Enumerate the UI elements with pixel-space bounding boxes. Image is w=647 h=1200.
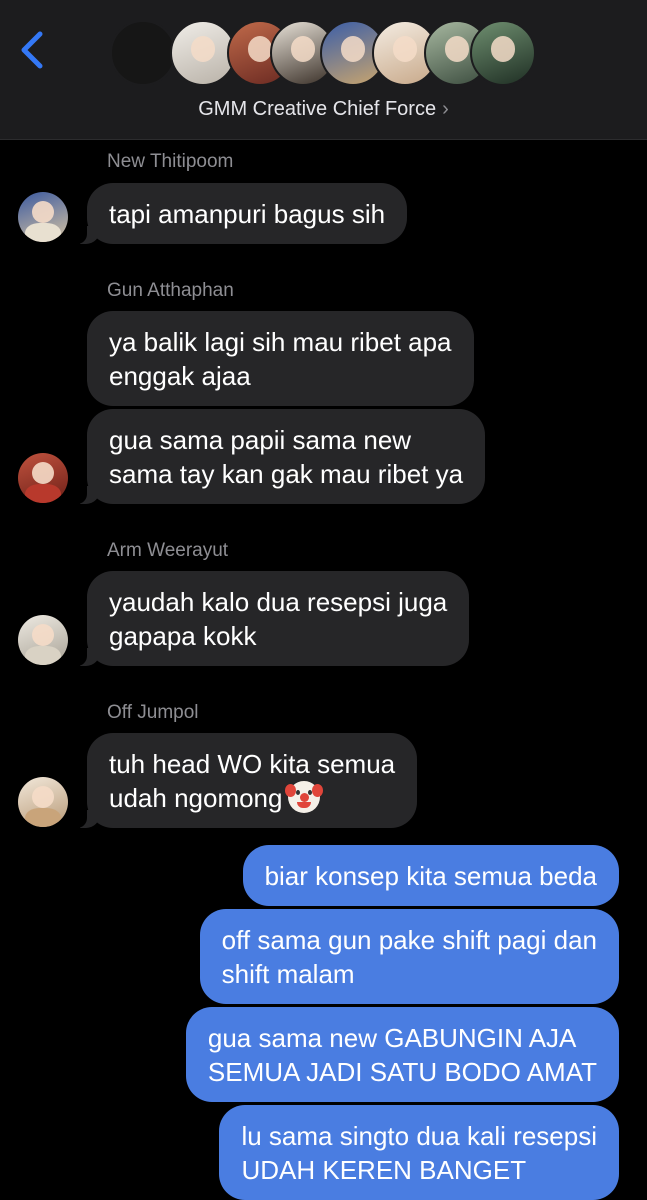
sender-name: Arm Weerayut xyxy=(107,540,229,561)
conversation-header: GMM Creative Chief Force › xyxy=(0,0,647,140)
clown-face-emoji xyxy=(285,781,324,813)
group-avatar-stack[interactable] xyxy=(110,20,540,90)
sender-avatar[interactable] xyxy=(18,615,68,665)
message-bubble[interactable]: yaudah kalo dua resepsi juga gapapa kokk xyxy=(72,571,470,666)
message-text: yaudah kalo dua resepsi juga xyxy=(109,587,448,617)
message-text: lu sama singto dua kali resepsi xyxy=(241,1121,597,1151)
outgoing-message-bubble[interactable]: off sama gun pake shift pagi dan shift m… xyxy=(199,909,619,1004)
outgoing-message-bubble[interactable]: lu sama singto dua kali resepsi UDAH KER… xyxy=(219,1105,619,1200)
message-text: ya balik lagi sih mau ribet apa xyxy=(109,327,452,357)
chevron-right-icon: › xyxy=(442,98,449,120)
outgoing-message-bubble[interactable]: biar konsep kita semua beda xyxy=(242,845,619,906)
group-name[interactable]: GMM Creative Chief Force › xyxy=(0,98,647,121)
message-text: tapi amanpuri bagus sih xyxy=(109,199,386,229)
sender-name: Gun Atthaphan xyxy=(107,280,234,301)
message-text: gua sama papii sama new xyxy=(109,425,412,455)
message-text: off sama gun pake shift pagi dan xyxy=(221,925,597,955)
back-button[interactable] xyxy=(16,28,52,72)
message-text: UDAH KEREN BANGET xyxy=(241,1155,527,1185)
message-bubble[interactable]: tapi amanpuri bagus sih xyxy=(72,183,408,244)
message-text: shift malam xyxy=(221,959,355,989)
sender-name: New Thitipoom xyxy=(107,151,234,172)
message-text: enggak ajaa xyxy=(109,361,251,391)
message-bubble[interactable]: gua sama papii sama new sama tay kan gak… xyxy=(72,409,486,504)
outgoing-message-bubble[interactable]: gua sama new GABUNGIN AJA SEMUA JADI SAT… xyxy=(185,1007,619,1102)
sender-avatar[interactable] xyxy=(18,453,68,503)
message-bubble[interactable]: ya balik lagi sih mau ribet apa enggak a… xyxy=(87,311,474,406)
sender-avatar[interactable] xyxy=(18,777,68,827)
message-bubble[interactable]: tuh head WO kita semua udah ngomong xyxy=(72,733,418,828)
message-text: sama tay kan gak mau ribet ya xyxy=(109,459,464,489)
message-text: SEMUA JADI SATU BODO AMAT xyxy=(207,1057,597,1087)
sender-name: Off Jumpol xyxy=(107,702,199,723)
sender-avatar[interactable] xyxy=(18,192,68,242)
member-avatar xyxy=(470,20,536,86)
message-text: gapapa kokk xyxy=(109,621,257,651)
message-text: gua sama new GABUNGIN AJA xyxy=(207,1023,577,1053)
member-avatar-blank xyxy=(110,20,176,86)
chevron-left-icon xyxy=(21,31,43,69)
group-name-label: GMM Creative Chief Force xyxy=(198,98,437,120)
message-text: udah ngomong xyxy=(109,783,283,813)
message-text: tuh head WO kita semua xyxy=(109,749,396,779)
message-text: biar konsep kita semua beda xyxy=(264,861,597,891)
